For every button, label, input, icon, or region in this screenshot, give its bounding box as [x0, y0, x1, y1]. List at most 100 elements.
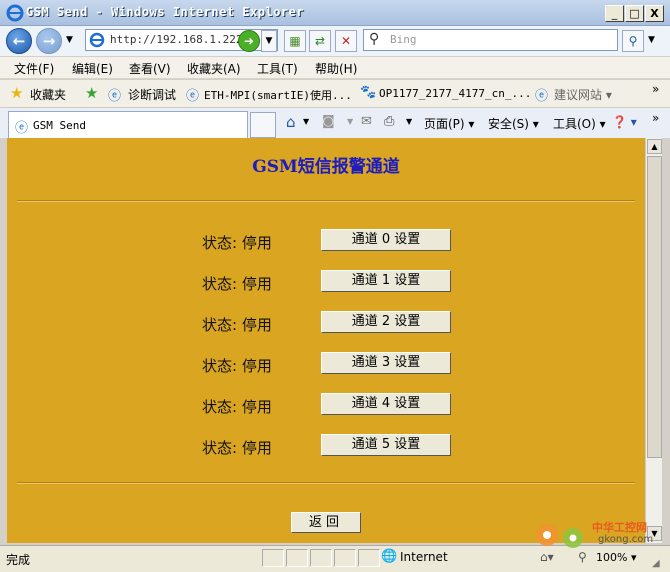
search-icon: ⚲: [369, 31, 380, 47]
refresh-button[interactable]: ⇄: [309, 30, 331, 52]
status-pane: [310, 549, 332, 567]
menu-favorites[interactable]: 收藏夹(A): [187, 60, 241, 77]
maximize-button[interactable]: □: [625, 5, 644, 22]
channel-1-status: 状态: 停用: [202, 275, 272, 293]
page-title: GSM短信报警通道: [252, 157, 400, 177]
fav-ie-icon: ⓔ: [186, 89, 200, 104]
page-ie-icon: [89, 32, 105, 48]
menu-tools[interactable]: 工具(T): [257, 60, 298, 77]
chevron-more-icon[interactable]: »: [652, 111, 659, 125]
zoom-icon[interactable]: ⚲: [578, 550, 587, 564]
title-bar: GSM Send - Windows Internet Explorer _ □…: [0, 0, 670, 26]
home-icon[interactable]: ⌂: [286, 113, 296, 131]
favorites-button[interactable]: 收藏夹: [30, 86, 66, 103]
watermark-domain: gkong.com: [598, 534, 654, 545]
stop-icon: ✕: [340, 34, 352, 48]
arrow-right-icon: →: [42, 32, 56, 50]
add-favorite-icon[interactable]: ★: [85, 84, 98, 102]
menu-help[interactable]: 帮助(H): [315, 60, 357, 77]
compatibility-icon: ▦: [289, 34, 301, 48]
menu-edit[interactable]: 编辑(E): [72, 60, 113, 77]
arrow-left-icon: ←: [12, 32, 26, 50]
channel-4-settings-button[interactable]: 通道 4 设置: [321, 393, 451, 415]
tab-title: GSM Send: [33, 119, 86, 132]
url-text: http://192.168.1.222/: [110, 33, 250, 46]
fav-ie-icon: ⓔ: [535, 89, 549, 104]
search-input[interactable]: ⚲ Bing: [363, 29, 618, 51]
channel-2-settings-button[interactable]: 通道 2 设置: [321, 311, 451, 333]
status-pane: [262, 549, 284, 567]
back-button[interactable]: 返回: [291, 512, 361, 533]
go-button[interactable]: ➜: [238, 30, 260, 52]
home-dropdown-icon[interactable]: ▼: [303, 117, 309, 126]
fav-item-diagnostics[interactable]: 诊断调试: [128, 86, 176, 103]
channel-5-settings-button[interactable]: 通道 5 设置: [321, 434, 451, 456]
chevron-more-icon[interactable]: »: [652, 82, 659, 96]
fav-item-eth-mpi[interactable]: ETH-MPI(smartIE)使用...: [204, 87, 352, 103]
tab-bar: ⓔ GSM Send ⌂ ▼ ◙ ▼ ✉ ⎙ ▼ 页面(P) ▾ 安全(S) ▾…: [0, 108, 670, 138]
status-text: 完成: [6, 553, 31, 567]
favorites-star-icon: ★: [10, 84, 24, 102]
favorites-bar: ★ 收藏夹 ★ ⓔ 诊断调试 ⓔ ETH-MPI(smartIE)使用... 🐾…: [0, 80, 670, 108]
divider-bottom: [17, 482, 635, 484]
mail-icon[interactable]: ✉: [361, 114, 372, 129]
stop-button[interactable]: ✕: [335, 30, 357, 52]
search-dropdown-icon[interactable]: ▼: [648, 35, 655, 45]
compatibility-view-button[interactable]: ▦: [284, 30, 306, 52]
channel-1-settings-button[interactable]: 通道 1 设置: [321, 270, 451, 292]
channel-0-status: 状态: 停用: [202, 234, 272, 252]
globe-icon: 🌐: [381, 549, 398, 564]
help-menu[interactable]: ❓ ▾: [612, 115, 637, 129]
tab-gsm-send[interactable]: ⓔ GSM Send: [8, 111, 248, 138]
status-pane: [358, 549, 380, 567]
ie-logo-icon: [6, 4, 24, 22]
channel-3-settings-button[interactable]: 通道 3 设置: [321, 352, 451, 374]
fav-item-suggested-sites[interactable]: 建议网站 ▾: [554, 86, 612, 103]
close-button[interactable]: X: [645, 5, 664, 22]
channel-5-status: 状态: 停用: [202, 439, 272, 457]
status-pane: [286, 549, 308, 567]
scroll-up-icon[interactable]: ▲: [647, 139, 662, 154]
feeds-dropdown-icon[interactable]: ▼: [347, 117, 353, 126]
page-content: GSM短信报警通道 状态: 停用 通道 0 设置 状态: 停用 通道 1 设置 …: [7, 138, 645, 543]
zoom-level[interactable]: 100% ▾: [596, 551, 636, 564]
tools-menu[interactable]: 工具(O) ▾: [553, 115, 606, 132]
page-menu[interactable]: 页面(P) ▾: [424, 115, 474, 132]
fav-paw-icon: 🐾: [360, 85, 377, 100]
menu-bar: 文件(F) 编辑(E) 查看(V) 收藏夹(A) 工具(T) 帮助(H): [0, 57, 670, 79]
channel-3-status: 状态: 停用: [202, 357, 272, 375]
menu-view[interactable]: 查看(V): [129, 60, 171, 77]
tab-ie-icon: ⓔ: [15, 121, 29, 136]
refresh-icon: ⇄: [314, 34, 326, 48]
safety-menu[interactable]: 安全(S) ▾: [488, 115, 539, 132]
watermark-brand: 中华工控网: [592, 521, 647, 534]
channel-4-status: 状态: 停用: [202, 398, 272, 416]
scroll-thumb[interactable]: [647, 156, 662, 458]
divider-top: [17, 200, 635, 202]
menu-file[interactable]: 文件(F): [14, 60, 54, 77]
fav-item-op1177[interactable]: OP1177_2177_4177_cn_...: [379, 87, 531, 100]
new-tab-button[interactable]: [250, 112, 276, 138]
print-icon[interactable]: ⎙: [384, 114, 394, 129]
resize-grip-icon[interactable]: ◢: [652, 558, 660, 569]
forward-nav-button[interactable]: →: [36, 28, 62, 54]
fav-ie-icon: ⓔ: [108, 89, 122, 104]
gkong-logo-icon: [536, 524, 583, 548]
address-bar-row: ← → ▼ http://192.168.1.222/ ➜ ▼ ▦ ⇄ ✕ ⚲ …: [0, 26, 670, 56]
address-dropdown-button[interactable]: ▼: [261, 30, 277, 52]
status-pane: [334, 549, 356, 567]
minimize-button[interactable]: _: [605, 5, 624, 22]
nav-dropdown-icon[interactable]: ▼: [66, 35, 73, 45]
go-arrow-icon: ➜: [243, 34, 255, 48]
feeds-icon[interactable]: ◙: [322, 114, 335, 129]
security-zone: Internet: [400, 550, 448, 564]
channel-2-status: 状态: 停用: [202, 316, 272, 334]
channel-0-settings-button[interactable]: 通道 0 设置: [321, 229, 451, 251]
protected-mode-icon[interactable]: ⌂▾: [540, 550, 554, 564]
window-title: GSM Send - Windows Internet Explorer: [26, 5, 305, 19]
vertical-scrollbar[interactable]: ▲ ▼: [645, 138, 662, 543]
magnifier-icon: ⚲: [628, 34, 638, 48]
search-button[interactable]: ⚲: [622, 30, 644, 52]
back-nav-button[interactable]: ←: [6, 28, 32, 54]
print-dropdown-icon[interactable]: ▼: [406, 117, 412, 126]
